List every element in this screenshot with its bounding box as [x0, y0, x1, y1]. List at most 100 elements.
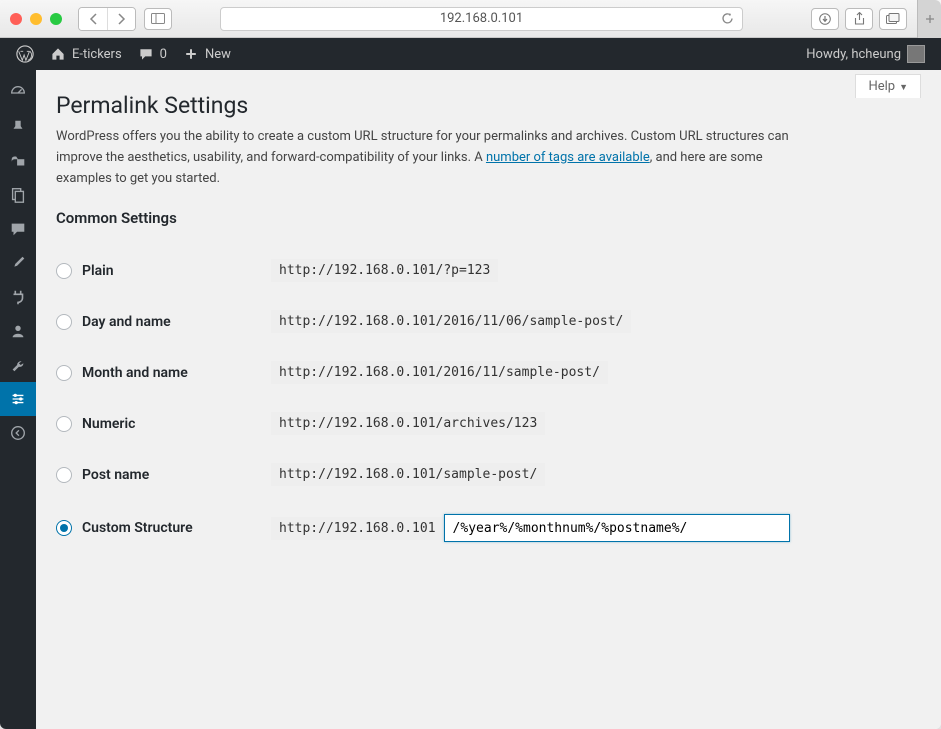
new-tab-button[interactable]: [917, 0, 941, 38]
downloads-button[interactable]: [811, 8, 839, 30]
radio-post-name[interactable]: [56, 467, 72, 483]
example-code: http://192.168.0.101/2016/11/06/sample-p…: [271, 310, 631, 333]
option-custom[interactable]: Custom Structure http://192.168.0.101: [56, 500, 921, 556]
help-tab[interactable]: Help ▼: [855, 74, 921, 98]
option-numeric[interactable]: Numeric http://192.168.0.101/archives/12…: [56, 398, 921, 449]
radio-plain[interactable]: [56, 263, 72, 279]
sidebar-toggle-button[interactable]: [144, 8, 172, 30]
home-icon: [50, 46, 66, 62]
intro-text: WordPress offers you the ability to crea…: [56, 127, 816, 189]
label-text: Month and name: [82, 365, 188, 381]
plus-icon: [924, 13, 936, 25]
comment-icon: [138, 46, 154, 62]
chevron-left-icon: [89, 13, 98, 25]
new-content-menu[interactable]: New: [175, 38, 239, 70]
option-day-name-value: http://192.168.0.101/2016/11/06/sample-p…: [271, 310, 631, 333]
option-plain-value: http://192.168.0.101/?p=123: [271, 259, 498, 282]
option-month-name-label[interactable]: Month and name: [56, 365, 271, 381]
example-code: http://192.168.0.101/archives/123: [271, 412, 545, 435]
maximize-window-button[interactable]: [50, 13, 62, 25]
menu-pages[interactable]: [0, 178, 36, 212]
sliders-icon: [9, 390, 27, 408]
dashboard-icon: [9, 84, 27, 102]
wordpress-icon: [16, 45, 34, 63]
option-day-name[interactable]: Day and name http://192.168.0.101/2016/1…: [56, 296, 921, 347]
minimize-window-button[interactable]: [30, 13, 42, 25]
menu-media[interactable]: [0, 144, 36, 178]
option-custom-label[interactable]: Custom Structure: [56, 520, 271, 536]
menu-appearance[interactable]: [0, 246, 36, 280]
wrench-icon: [9, 356, 27, 374]
new-label: New: [205, 47, 231, 62]
option-post-name-value: http://192.168.0.101/sample-post/: [271, 463, 545, 486]
reload-icon[interactable]: [721, 12, 734, 25]
forward-button[interactable]: [107, 8, 135, 30]
section-common-settings: Common Settings: [56, 209, 921, 227]
menu-users[interactable]: [0, 314, 36, 348]
help-label: Help: [868, 79, 895, 94]
menu-comments[interactable]: [0, 212, 36, 246]
address-text: 192.168.0.101: [440, 11, 523, 26]
nav-buttons: [78, 7, 136, 31]
plug-icon: [9, 288, 27, 306]
share-icon: [854, 12, 865, 25]
tags-available-link[interactable]: number of tags are available: [486, 150, 650, 165]
browser-chrome: 192.168.0.101: [0, 0, 941, 38]
menu-posts[interactable]: [0, 110, 36, 144]
option-post-name[interactable]: Post name http://192.168.0.101/sample-po…: [56, 449, 921, 500]
tabs-button[interactable]: [879, 8, 907, 30]
close-window-button[interactable]: [10, 13, 22, 25]
label-text: Numeric: [82, 416, 135, 432]
user-icon: [9, 322, 27, 340]
option-plain-label[interactable]: Plain: [56, 263, 271, 279]
comments-count: 0: [160, 47, 167, 62]
pin-icon: [9, 118, 27, 136]
site-name-label: E-tickers: [72, 47, 122, 62]
example-code: http://192.168.0.101/sample-post/: [271, 463, 545, 486]
brush-icon: [9, 254, 27, 272]
wp-admin-bar: E-tickers 0 New Howdy, hcheung: [0, 38, 941, 70]
menu-tools[interactable]: [0, 348, 36, 382]
panel-icon: [151, 13, 165, 24]
option-plain[interactable]: Plain http://192.168.0.101/?p=123: [56, 245, 921, 296]
radio-numeric[interactable]: [56, 416, 72, 432]
radio-day-name[interactable]: [56, 314, 72, 330]
collapse-icon: [9, 424, 27, 442]
option-post-name-label[interactable]: Post name: [56, 467, 271, 483]
menu-collapse[interactable]: [0, 416, 36, 450]
site-name-menu[interactable]: E-tickers: [42, 38, 130, 70]
menu-settings[interactable]: [0, 382, 36, 416]
option-month-name[interactable]: Month and name http://192.168.0.101/2016…: [56, 347, 921, 398]
label-text: Plain: [82, 263, 114, 279]
menu-dashboard[interactable]: [0, 76, 36, 110]
share-button[interactable]: [845, 8, 873, 30]
address-bar[interactable]: 192.168.0.101: [220, 7, 743, 31]
greeting-text: Howdy, hcheung: [806, 47, 901, 62]
option-day-name-label[interactable]: Day and name: [56, 314, 271, 330]
wp-body: Help▼ Permalink Settings WordPress offer…: [0, 70, 941, 729]
account-menu[interactable]: Howdy, hcheung: [798, 38, 933, 70]
radio-custom[interactable]: [56, 520, 72, 536]
comment-icon: [9, 220, 27, 238]
option-numeric-value: http://192.168.0.101/archives/123: [271, 412, 545, 435]
label-text: Post name: [82, 467, 149, 483]
tabs-icon: [886, 13, 900, 24]
custom-structure-input[interactable]: [444, 514, 790, 542]
menu-plugins[interactable]: [0, 280, 36, 314]
option-numeric-label[interactable]: Numeric: [56, 416, 271, 432]
avatar: [907, 45, 925, 63]
media-icon: [9, 152, 27, 170]
browser-tools: [811, 8, 907, 30]
comments-menu[interactable]: 0: [130, 38, 175, 70]
radio-month-name[interactable]: [56, 365, 72, 381]
label-text: Day and name: [82, 314, 171, 330]
wp-logo-menu[interactable]: [8, 38, 42, 70]
triangle-down-icon: ▼: [899, 83, 908, 93]
option-month-name-value: http://192.168.0.101/2016/11/sample-post…: [271, 361, 608, 384]
example-code: http://192.168.0.101/2016/11/sample-post…: [271, 361, 608, 384]
chevron-right-icon: [117, 13, 126, 25]
option-custom-value: http://192.168.0.101: [271, 514, 790, 542]
admin-sidebar: [0, 70, 36, 729]
back-button[interactable]: [79, 8, 107, 30]
label-text: Custom Structure: [82, 520, 193, 536]
